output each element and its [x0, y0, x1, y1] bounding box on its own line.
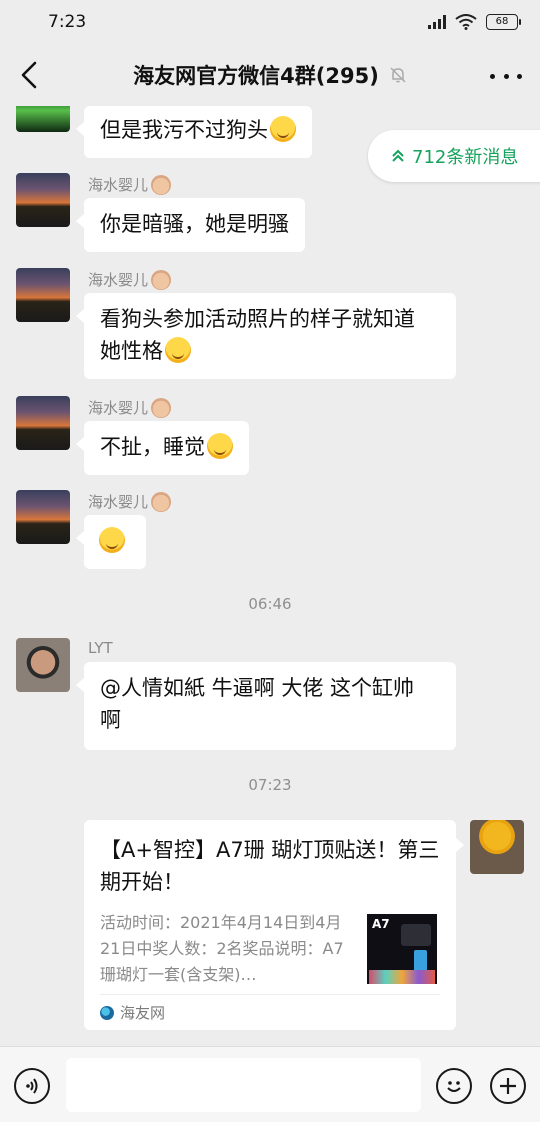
sender-label: LYT — [88, 639, 113, 657]
message-text: @人情如紙 牛逼啊 大佬 这个缸帅 — [100, 676, 415, 700]
timestamp: 07:23 — [248, 776, 292, 794]
coral-image — [369, 970, 435, 984]
sender-name: 海水婴儿 — [88, 397, 172, 418]
more-dot — [503, 73, 509, 79]
card-body: 活动时间：2021年4月14日到4月21日中奖人数：2名奖品说明：A7珊瑚灯一套… — [100, 910, 440, 988]
message-text: 啊 — [100, 708, 121, 732]
sender-name: LYT — [88, 639, 113, 657]
baby-face-icon — [151, 397, 172, 418]
message-bubble[interactable]: @人情如紙 牛逼啊 大佬 这个缸帅 啊 — [76, 662, 456, 750]
source-logo-icon — [100, 1005, 114, 1020]
message-text: 但是我污不过狗头 — [100, 118, 268, 142]
avatar[interactable] — [16, 106, 70, 132]
message-text: 看狗头参加活动照片的样子就知道 — [100, 307, 415, 331]
message-text: 她性格 — [100, 339, 163, 363]
sender-label: 海水婴儿 — [88, 176, 149, 194]
thinking-face-emoji — [99, 527, 125, 553]
more-button[interactable] — [490, 64, 522, 88]
wifi-icon — [455, 14, 477, 30]
status-icons: 68 — [428, 14, 521, 30]
chat-area[interactable]: 但是我污不过狗头 712条新消息 海水婴儿 你是暗骚，她是明骚 海水婴儿 看狗头… — [0, 106, 540, 1046]
thumb-label: A7 — [372, 917, 390, 931]
emoji-button[interactable] — [436, 1068, 472, 1104]
sender-name: 海水婴儿 — [88, 491, 172, 512]
more-dots-icon — [490, 73, 495, 79]
page-title: 海友网官方微信4群(295) — [133, 64, 379, 88]
link-card[interactable]: 【A+智控】A7珊 瑚灯顶贴送！第三期开始！ 活动时间：2021年4月14日到4… — [84, 820, 464, 1030]
bell-off-icon — [390, 67, 406, 83]
message-text: 不扯，睡觉 — [100, 435, 205, 459]
message-bubble[interactable]: 但是我污不过狗头 — [76, 106, 312, 158]
battery-icon: 68 — [486, 14, 521, 30]
card-thumbnail: A7 — [367, 914, 437, 984]
message-input[interactable] — [66, 1058, 421, 1112]
sender-name: 海水婴儿 — [88, 269, 172, 290]
sender-label: 海水婴儿 — [88, 399, 149, 417]
card-title: 【A+智控】A7珊 瑚灯顶贴送！第三期开始！ — [100, 838, 440, 894]
card-description: 活动时间：2021年4月14日到4月21日中奖人数：2名奖品说明：A7珊瑚灯一套… — [100, 913, 344, 984]
title-wrap: 海友网官方微信4群(295) — [133, 60, 407, 90]
sender-name: 海水婴儿 — [88, 174, 172, 195]
status-time: 7:23 — [48, 12, 87, 32]
back-button[interactable] — [14, 58, 44, 92]
timestamp: 06:46 — [248, 595, 292, 613]
message-text-line2: 她性格 — [100, 335, 440, 367]
message-bubble[interactable]: 你是暗骚，她是明骚 — [76, 198, 305, 252]
voice-icon — [26, 1078, 38, 1094]
avatar[interactable] — [16, 490, 70, 544]
avatar[interactable] — [16, 173, 70, 227]
new-messages-label: 712条新消息 — [412, 147, 519, 168]
persevering-face-emoji — [207, 433, 233, 459]
message-text: 你是暗骚，她是明骚 — [100, 212, 289, 236]
sender-label: 海水婴儿 — [88, 493, 149, 511]
avatar[interactable] — [16, 396, 70, 450]
card-source: 海友网 — [100, 994, 440, 1030]
plus-icon — [500, 1078, 516, 1094]
sender-label: 海水婴儿 — [88, 271, 149, 289]
double-chevron-up-icon — [392, 149, 404, 162]
avatar[interactable] — [16, 268, 70, 322]
my-avatar[interactable] — [470, 820, 524, 874]
voice-button[interactable] — [14, 1068, 50, 1104]
message-bubble[interactable] — [76, 515, 146, 569]
lamp-device-image — [401, 924, 431, 946]
status-bar: 7:23 68 — [0, 0, 540, 44]
baby-face-icon — [151, 269, 172, 290]
chevron-left-icon — [21, 61, 37, 89]
baby-face-icon — [151, 491, 172, 512]
signal-icon — [428, 15, 446, 29]
baby-face-icon — [151, 174, 172, 195]
more-dot — [517, 73, 522, 79]
chat-header: 海友网官方微信4群(295) — [0, 44, 540, 106]
smile-icon — [447, 1081, 461, 1092]
source-name: 海友网 — [120, 1004, 166, 1022]
avatar[interactable] — [16, 638, 70, 692]
laughing-tears-emoji — [270, 116, 296, 142]
plus-button[interactable] — [490, 1068, 526, 1104]
message-bubble[interactable]: 看狗头参加活动照片的样子就知道 她性格 — [76, 293, 456, 379]
new-messages-button[interactable]: 712条新消息 — [368, 130, 540, 182]
thinking-face-emoji — [165, 337, 191, 363]
input-bar — [0, 1046, 540, 1122]
message-bubble[interactable]: 不扯，睡觉 — [76, 421, 249, 475]
